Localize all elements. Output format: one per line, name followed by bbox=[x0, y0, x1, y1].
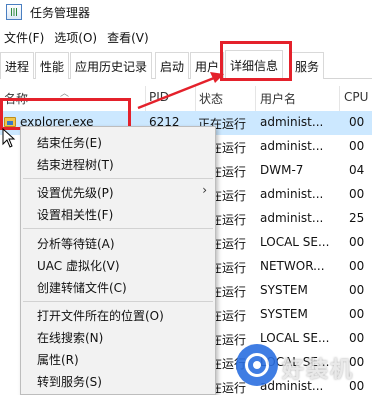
context-menu: 结束任务(E) 结束进程树(T) 设置优先级(P) › 设置相关性(F) 分析等… bbox=[20, 126, 216, 395]
menu-analyze-wait-chain[interactable]: 分析等待链(A) bbox=[37, 235, 115, 252]
menu-uac-virtualization[interactable]: UAC 虚拟化(V) bbox=[37, 257, 120, 274]
menu-end-process-tree[interactable]: 结束进程树(T) bbox=[37, 156, 114, 173]
menu-set-priority[interactable]: 设置优先级(P) bbox=[37, 184, 114, 201]
menu-separator bbox=[23, 228, 213, 229]
mouse-cursor-icon bbox=[2, 128, 16, 148]
watermark-logo: 好装机 bbox=[236, 340, 372, 390]
menu-search-online[interactable]: 在线搜索(N) bbox=[37, 329, 103, 346]
menu-end-task[interactable]: 结束任务(E) bbox=[37, 134, 102, 151]
menu-separator bbox=[23, 301, 213, 302]
submenu-chevron-right-icon: › bbox=[202, 183, 207, 197]
menu-properties[interactable]: 属性(R) bbox=[37, 351, 79, 368]
menu-go-to-services[interactable]: 转到服务(S) bbox=[37, 373, 102, 390]
menu-separator bbox=[23, 178, 213, 179]
watermark-circle-icon bbox=[236, 344, 278, 386]
watermark-text: 好装机 bbox=[282, 358, 355, 383]
menu-create-dump-file[interactable]: 创建转储文件(C) bbox=[37, 279, 127, 296]
menu-open-file-location[interactable]: 打开文件所在的位置(O) bbox=[37, 307, 164, 324]
menu-set-affinity[interactable]: 设置相关性(F) bbox=[37, 206, 113, 223]
